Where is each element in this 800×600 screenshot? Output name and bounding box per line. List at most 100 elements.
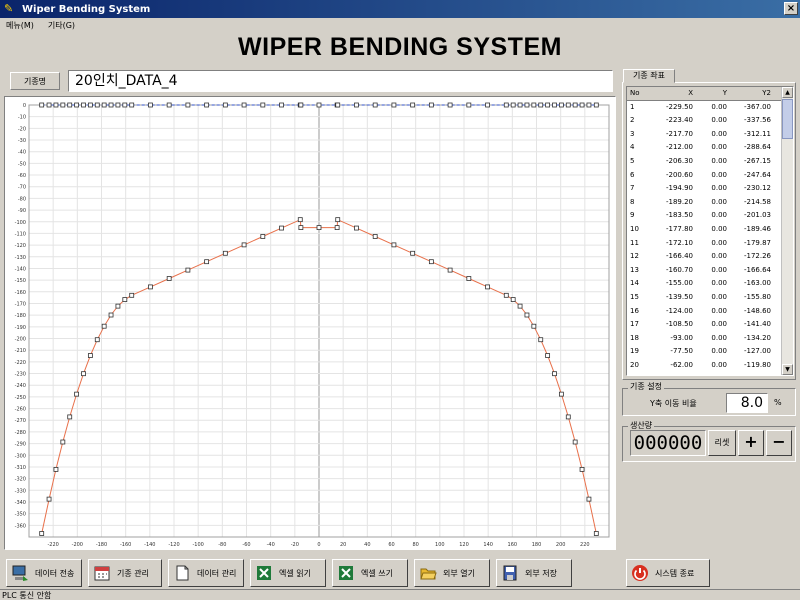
y-tick-label: -170 bbox=[15, 301, 26, 307]
external-save-button[interactable]: 외부 저장 bbox=[496, 559, 572, 587]
excel-read-button[interactable]: 엑셀 읽기 bbox=[250, 559, 326, 587]
table-cell: -160.70 bbox=[665, 265, 693, 274]
table-cell: 19 bbox=[630, 347, 639, 356]
table-row[interactable]: 9 -183.50 0.00 -201.03 bbox=[627, 209, 793, 223]
table-row[interactable]: 11 -172.10 0.00 -179.87 bbox=[627, 237, 793, 251]
system-exit-button[interactable]: 시스템 종료 bbox=[626, 559, 710, 587]
table-cell: 0.00 bbox=[711, 224, 727, 233]
table-cell: 0.00 bbox=[711, 116, 727, 125]
x-tick-label: -120 bbox=[168, 542, 179, 548]
folder-open-icon bbox=[420, 568, 437, 580]
model-settings-group bbox=[622, 388, 796, 416]
table-row[interactable]: 4 -212.00 0.00 -288.64 bbox=[627, 141, 793, 155]
scroll-up-icon[interactable]: ▲ bbox=[782, 87, 793, 98]
table-cell: -166.40 bbox=[665, 252, 693, 261]
data-point bbox=[517, 303, 523, 309]
data-point bbox=[558, 102, 564, 108]
menu-etc[interactable]: 기타(G) bbox=[48, 20, 75, 31]
table-row[interactable]: 8 -189.20 0.00 -214.58 bbox=[627, 196, 793, 210]
data-point bbox=[531, 323, 537, 329]
table-cell: -206.30 bbox=[665, 156, 693, 165]
table-row[interactable]: 3 -217.70 0.00 -312.11 bbox=[627, 128, 793, 142]
y-tick-label: -80 bbox=[18, 196, 26, 202]
bending-chart-svg: -220 -200 -180 -160 -140 -120 -100 -80 -60 -40 -20… bbox=[15, 102, 610, 548]
coordinates-scrollbar[interactable]: ▲ ▼ bbox=[781, 87, 793, 375]
y-tick-label: -280 bbox=[15, 430, 26, 436]
x-tick-label: -200 bbox=[72, 542, 83, 548]
table-cell: 16 bbox=[630, 306, 639, 315]
y-tick-label: -320 bbox=[15, 477, 26, 483]
table-row[interactable]: 13 -160.70 0.00 -166.64 bbox=[627, 264, 793, 278]
data-point bbox=[524, 312, 530, 318]
table-cell: -108.50 bbox=[665, 320, 693, 329]
table-row[interactable]: 18 -93.00 0.00 -134.20 bbox=[627, 332, 793, 346]
table-cell: 0.00 bbox=[711, 184, 727, 193]
data-point bbox=[94, 102, 100, 108]
menu-main[interactable]: 메뉴(M) bbox=[6, 20, 34, 31]
data-point bbox=[428, 102, 434, 108]
data-point bbox=[485, 102, 490, 108]
data-point bbox=[260, 102, 266, 108]
data-point bbox=[60, 102, 66, 108]
model-name-field[interactable]: 20인치_DATA_4 bbox=[68, 70, 613, 92]
column-header-y: Y bbox=[722, 89, 727, 97]
table-cell: -223.40 bbox=[665, 116, 693, 125]
data-point bbox=[129, 292, 135, 298]
data-point bbox=[81, 371, 86, 377]
x-tick-label: -100 bbox=[192, 542, 203, 548]
table-row[interactable]: 2 -223.40 0.00 -337.56 bbox=[627, 114, 793, 128]
external-open-button[interactable]: 외부 열기 bbox=[414, 559, 490, 587]
data-point bbox=[81, 102, 86, 108]
table-row[interactable]: 5 -206.30 0.00 -267.15 bbox=[627, 155, 793, 169]
data-manage-button[interactable]: 데이터 관리 bbox=[168, 559, 244, 587]
table-cell: 0.00 bbox=[711, 211, 727, 220]
tab-coordinates[interactable]: 기종 좌표 bbox=[623, 69, 675, 83]
table-row[interactable]: 17 -108.50 0.00 -141.40 bbox=[627, 318, 793, 332]
window-title: Wiper Bending System bbox=[22, 3, 151, 15]
data-point bbox=[101, 323, 107, 329]
column-header-x: X bbox=[688, 89, 693, 97]
model-manage-button[interactable]: 기종 관리 bbox=[88, 559, 162, 587]
y-tick-label: -360 bbox=[15, 523, 26, 529]
x-tick-label: 140 bbox=[483, 542, 493, 548]
data-point bbox=[148, 284, 153, 290]
computer-icon bbox=[12, 565, 28, 581]
table-row[interactable]: 7 -194.90 0.00 -230.12 bbox=[627, 182, 793, 196]
table-row[interactable]: 16 -124.00 0.00 -148.60 bbox=[627, 305, 793, 319]
y-tick-label: -160 bbox=[15, 290, 26, 296]
data-transfer-button[interactable]: 데이터 전송 bbox=[6, 559, 82, 587]
data-point bbox=[204, 102, 210, 108]
scroll-thumb[interactable] bbox=[782, 99, 793, 139]
data-point bbox=[545, 353, 551, 358]
y-tick-label: -100 bbox=[15, 220, 26, 226]
table-row[interactable]: 19 -77.50 0.00 -127.00 bbox=[627, 345, 793, 359]
y-ratio-field[interactable]: 8.0 bbox=[726, 393, 768, 413]
data-point bbox=[122, 297, 128, 302]
data-point bbox=[298, 102, 304, 108]
table-row[interactable]: 14 -155.00 0.00 -163.00 bbox=[627, 277, 793, 291]
table-row[interactable]: 20 -62.00 0.00 -119.80 bbox=[627, 359, 793, 373]
table-row[interactable]: 12 -166.40 0.00 -172.26 bbox=[627, 250, 793, 264]
table-cell: 17 bbox=[630, 320, 639, 329]
table-cell: 14 bbox=[630, 279, 639, 288]
table-cell: -127.00 bbox=[743, 347, 771, 356]
data-point bbox=[297, 217, 303, 223]
y-tick-label: -310 bbox=[15, 465, 26, 471]
excel-write-button[interactable]: 엑셀 쓰기 bbox=[332, 559, 408, 587]
y-tick-label: -40 bbox=[18, 150, 26, 156]
y-tick-label: -120 bbox=[15, 243, 26, 249]
table-cell: -134.20 bbox=[743, 333, 771, 342]
table-row[interactable]: 15 -139.50 0.00 -155.80 bbox=[627, 291, 793, 305]
data-point bbox=[552, 371, 557, 377]
y-tick-label: -350 bbox=[15, 512, 26, 518]
scroll-down-icon[interactable]: ▼ bbox=[782, 364, 793, 375]
table-row[interactable]: 1 -229.50 0.00 -367.00 bbox=[627, 101, 793, 115]
decrement-button[interactable]: − bbox=[766, 430, 792, 456]
increment-button[interactable]: + bbox=[738, 430, 764, 456]
x-tick-label: 40 bbox=[364, 542, 370, 548]
table-row[interactable]: 10 -177.80 0.00 -189.46 bbox=[627, 223, 793, 237]
close-button[interactable]: × bbox=[784, 2, 798, 15]
reset-button[interactable]: 리셋 bbox=[708, 430, 736, 456]
table-row[interactable]: 6 -200.60 0.00 -247.64 bbox=[627, 169, 793, 183]
data-point bbox=[524, 102, 530, 108]
